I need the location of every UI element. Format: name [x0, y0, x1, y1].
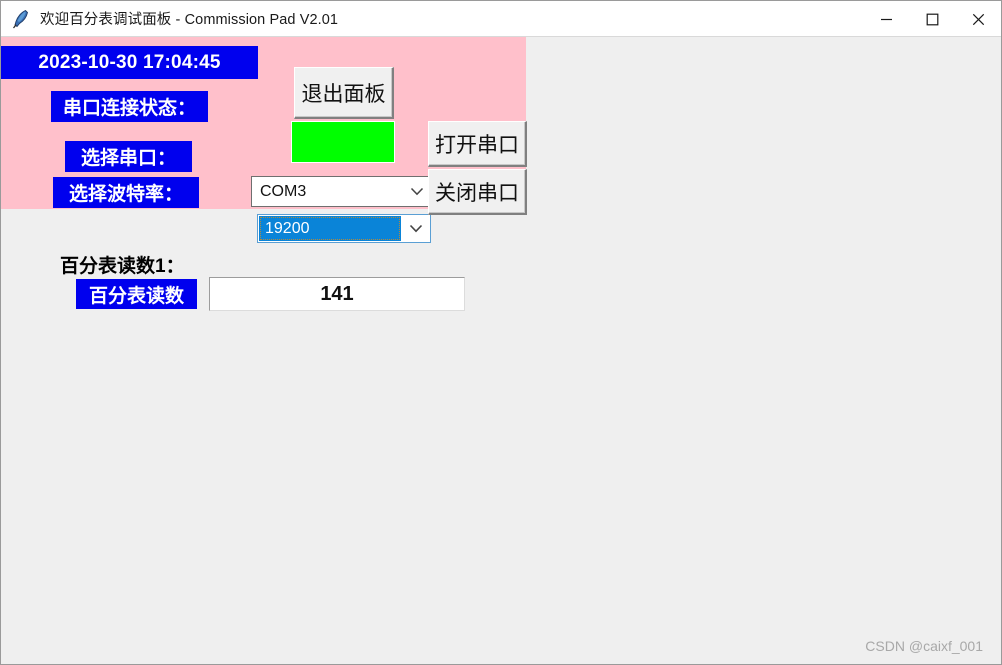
minimize-icon	[880, 18, 892, 20]
chevron-down-icon	[403, 224, 429, 233]
connection-status-indicator	[291, 121, 395, 163]
minimize-button[interactable]	[863, 1, 909, 37]
window-controls	[863, 1, 1001, 37]
reading-value-field[interactable]: 141	[209, 277, 465, 311]
baudrate-combobox-value: 19200	[259, 216, 401, 241]
reading-label: 百分表读数	[76, 279, 197, 309]
port-combobox-value: COM3	[260, 182, 307, 200]
select-baudrate-label: 选择波特率：	[53, 177, 199, 208]
feather-icon	[13, 9, 28, 28]
maximize-icon	[926, 13, 938, 25]
title-bar: 欢迎百分表调试面板 - Commission Pad V2.01	[1, 1, 1001, 37]
window-title: 欢迎百分表调试面板 - Commission Pad V2.01	[40, 12, 339, 28]
baudrate-combobox[interactable]: 19200	[257, 214, 431, 243]
application-window: 欢迎百分表调试面板 - Commission Pad V2.01 2023-10…	[0, 0, 1002, 665]
chevron-down-icon	[404, 187, 430, 196]
exit-panel-button[interactable]: 退出面板	[294, 67, 394, 119]
open-port-button[interactable]: 打开串口	[428, 121, 527, 167]
close-icon	[972, 13, 984, 25]
port-combobox[interactable]: COM3	[251, 176, 431, 207]
client-area: 2023-10-30 17:04:45 串口连接状态： 选择串口： 选择波特率：…	[1, 37, 1001, 664]
maximize-button[interactable]	[909, 1, 955, 37]
close-port-button[interactable]: 关闭串口	[428, 169, 527, 215]
close-button[interactable]	[955, 1, 1001, 37]
watermark-text: CSDN @caixf_001	[865, 638, 983, 654]
connection-status-label: 串口连接状态：	[51, 91, 208, 122]
reading-section-title: 百分表读数1：	[60, 256, 185, 277]
datetime-display: 2023-10-30 17:04:45	[1, 46, 258, 79]
select-port-label: 选择串口：	[65, 141, 192, 172]
